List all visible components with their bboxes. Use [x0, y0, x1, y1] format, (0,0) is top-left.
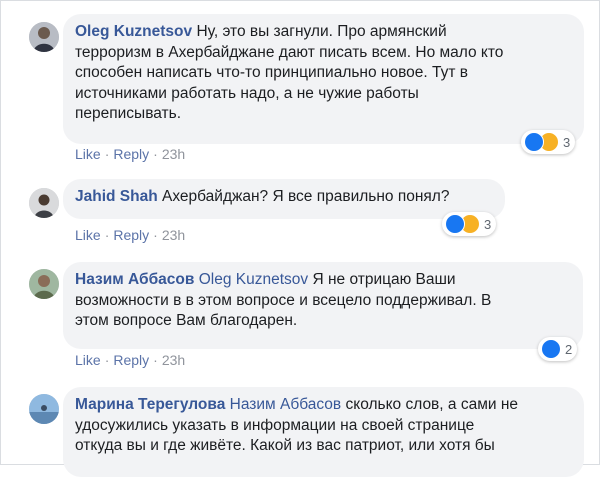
- reaction-summary[interactable]: 2: [538, 337, 578, 361]
- comment-text-line: способен написать что-то принципиально н…: [75, 64, 469, 81]
- comment-text-line: Я не отрицаю Ваши: [312, 271, 456, 288]
- comment-text-line: Ахербайджан? Я все правильно понял?: [162, 188, 450, 205]
- comment-text-line: источниками работать надо, а не чужие ра…: [75, 84, 419, 102]
- reaction-summary[interactable]: 3: [521, 130, 576, 154]
- reaction-count: 3: [563, 134, 571, 150]
- avatar[interactable]: [29, 394, 59, 424]
- avatar[interactable]: [29, 269, 59, 299]
- comment-bubble: Oleg Kuznetsov Ну, это вы загнули. Про а…: [63, 14, 584, 144]
- comment-author[interactable]: Oleg Kuznetsov: [75, 23, 192, 40]
- reaction-summary[interactable]: 3: [442, 212, 497, 236]
- like-icon: [524, 132, 544, 152]
- reply-button[interactable]: Reply: [113, 352, 149, 368]
- comment-bubble: Марина Терегулова Назим Аббасов сколько …: [63, 387, 584, 477]
- comment-text-line: удосужились указать в информации на свое…: [75, 416, 475, 434]
- like-button[interactable]: Like: [75, 352, 101, 368]
- comment-author[interactable]: Назим Аббасов: [75, 271, 194, 288]
- timestamp[interactable]: 23h: [162, 146, 185, 162]
- comment-text-line: терроризм в Ахербайджане дают писать все…: [75, 43, 504, 61]
- reaction-count: 2: [565, 341, 573, 357]
- comment-actions: Like · Reply · 23h: [75, 146, 186, 162]
- avatar[interactable]: [29, 188, 59, 218]
- like-button[interactable]: Like: [75, 146, 101, 162]
- timestamp[interactable]: 23h: [162, 227, 185, 243]
- like-icon: [445, 214, 465, 234]
- comment-text-line: откуда вы и где живёте. Какой из вас пат…: [75, 437, 495, 454]
- comment-actions: Like · Reply · 23h: [75, 227, 186, 243]
- comment-author[interactable]: Марина Терегулова: [75, 396, 225, 413]
- comment-bubble: Jahid Shah Ахербайджан? Я все правильно …: [63, 179, 505, 219]
- comment-text-line: переписывать.: [75, 105, 182, 122]
- timestamp[interactable]: 23h: [162, 352, 185, 368]
- reply-button[interactable]: Reply: [113, 227, 149, 243]
- comment-text-line: этом вопросе Вам благодарен.: [75, 312, 298, 329]
- comment-text-line: Ну, это вы загнули. Про армянский: [196, 23, 447, 40]
- mention-link[interactable]: Назим Аббасов: [230, 396, 342, 413]
- comment-author[interactable]: Jahid Shah: [75, 188, 158, 205]
- avatar[interactable]: [29, 22, 59, 52]
- comment-bubble: Назим Аббасов Oleg Kuznetsov Я не отрица…: [63, 262, 583, 349]
- comment-text-line: возможности в в этом вопросе и всецело п…: [75, 291, 492, 309]
- like-button[interactable]: Like: [75, 227, 101, 243]
- reaction-count: 3: [484, 216, 492, 232]
- comment-actions: Like · Reply · 23h: [75, 352, 186, 368]
- reply-button[interactable]: Reply: [113, 146, 149, 162]
- comment-text-line: сколько слов, а сами не: [345, 396, 519, 413]
- like-icon: [541, 339, 561, 359]
- mention-link[interactable]: Oleg Kuznetsov: [199, 271, 308, 288]
